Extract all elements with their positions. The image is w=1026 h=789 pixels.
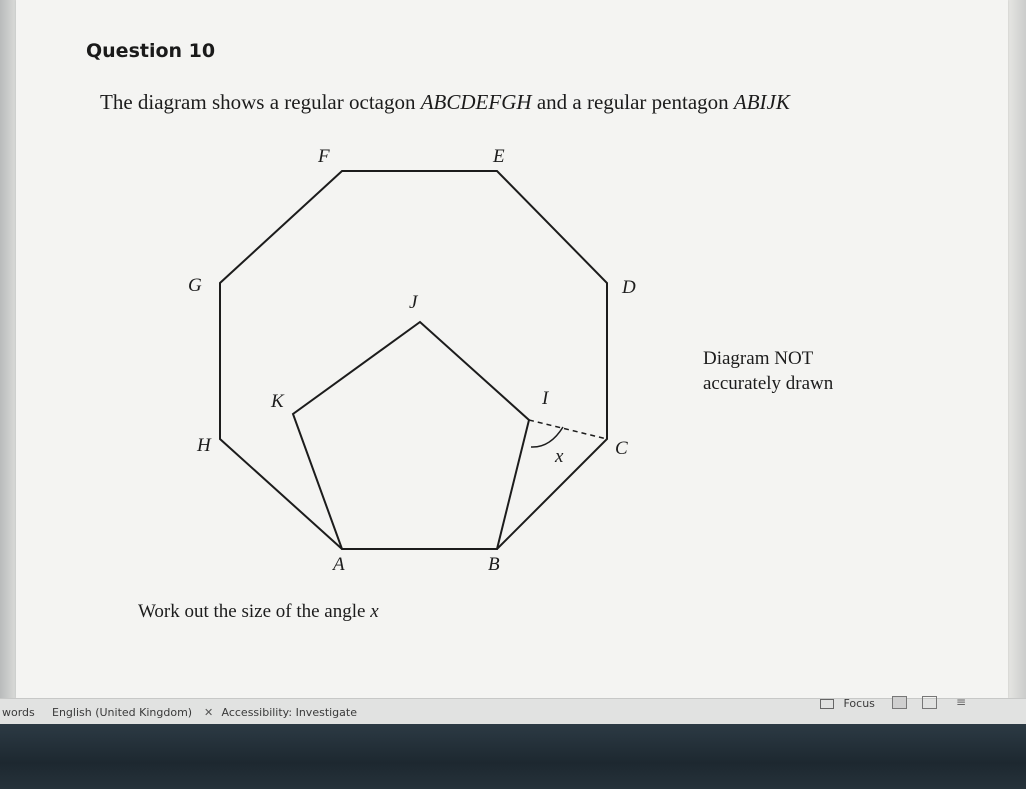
word-count[interactable]: words [2, 706, 35, 719]
status-bar: words English (United Kingdom) ✕ Accessi… [0, 695, 1026, 725]
label-B: B [488, 554, 500, 575]
diagram-note: Diagram NOT accurately drawn [703, 346, 833, 396]
label-A: A [331, 554, 345, 575]
language-indicator[interactable]: English (United Kingdom) [52, 706, 192, 719]
task-variable: x [370, 601, 379, 622]
octagon [219, 170, 608, 550]
focus-button[interactable]: Focus [820, 697, 875, 710]
focus-icon [820, 699, 834, 709]
accessibility-icon: ✕ [204, 706, 214, 719]
accessibility-label: Accessibility: Investigate [221, 706, 358, 719]
web-layout-icon [922, 696, 937, 709]
angle-x-arc [530, 426, 564, 448]
label-J: J [409, 292, 419, 313]
task-text: Work out the size of the angle x [138, 601, 379, 623]
label-E: E [492, 146, 505, 167]
web-layout-button[interactable] [922, 696, 937, 712]
focus-label: Focus [843, 697, 875, 710]
print-layout-icon [892, 696, 907, 709]
label-D: D [621, 277, 636, 298]
pentagon [291, 320, 531, 550]
read-mode-icon: ≡ [956, 695, 967, 709]
label-C: C [615, 438, 628, 459]
dashed-line-i-c [528, 419, 608, 440]
label-F: F [317, 146, 330, 167]
octagon-pentagon-diagram: F E G D J K I H C x A B [188, 146, 636, 575]
read-mode-button[interactable]: ≡ [956, 695, 966, 709]
label-G: G [188, 275, 202, 296]
label-I: I [541, 388, 550, 409]
task-plain: Work out the size of the angle [138, 601, 371, 622]
label-K: K [270, 391, 285, 412]
label-H: H [196, 435, 212, 456]
desktop-dock [0, 724, 1026, 789]
note-line-2: accurately drawn [703, 373, 834, 394]
accessibility-status[interactable]: ✕ Accessibility: Investigate [204, 706, 357, 719]
print-layout-button[interactable] [892, 696, 907, 712]
label-x: x [554, 446, 564, 467]
note-line-1: Diagram NOT [703, 348, 814, 369]
